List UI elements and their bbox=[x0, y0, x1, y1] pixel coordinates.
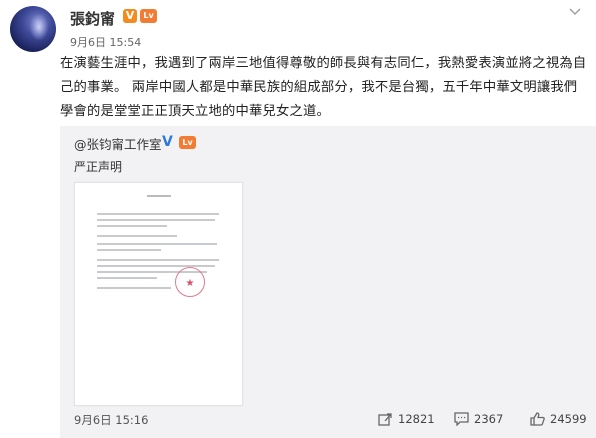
chevron-down-icon[interactable] bbox=[568, 8, 582, 18]
like-count: 24599 bbox=[550, 412, 587, 426]
like-button[interactable]: 24599 bbox=[530, 411, 590, 427]
username[interactable]: 張鈞甯 bbox=[70, 8, 115, 29]
comment-icon bbox=[454, 412, 469, 426]
level-badge-icon: Lv bbox=[140, 9, 157, 23]
document-text-line bbox=[97, 287, 171, 289]
like-icon bbox=[530, 412, 545, 426]
repost-text: 严正声明 bbox=[74, 160, 123, 174]
document-image[interactable]: ★ bbox=[74, 182, 243, 406]
reposted-content[interactable]: @张钧甯工作室 V Lv 严正声明 ★ bbox=[60, 126, 596, 438]
document-text-line bbox=[97, 235, 177, 237]
avatar[interactable] bbox=[10, 6, 56, 52]
document-text-line bbox=[97, 259, 219, 261]
post-text: 在演藝生涯中，我遇到了兩岸三地值得尊敬的師長與有志同仁，我熱愛表演並將之視為自己… bbox=[60, 56, 587, 119]
repost-username[interactable]: @张钧甯工作室 bbox=[74, 134, 162, 153]
weibo-post: 張鈞甯 V Lv 9月6日 15:54 在演藝生涯中，我遇到了兩岸三地值得尊敬的… bbox=[0, 0, 596, 438]
level-badge-icon: Lv bbox=[179, 136, 196, 149]
repost-date[interactable]: 9月6日 15:16 bbox=[74, 412, 148, 428]
svg-text:★: ★ bbox=[186, 278, 195, 289]
stamp-seal-icon: ★ bbox=[175, 267, 205, 297]
document-text-line bbox=[97, 243, 217, 245]
verified-badge-icon: V bbox=[162, 134, 173, 150]
document-text-line bbox=[97, 213, 219, 215]
comment-button[interactable]: 2367 bbox=[454, 411, 506, 427]
comment-count: 2367 bbox=[474, 412, 504, 426]
document-text-line bbox=[97, 265, 215, 267]
document-text-line bbox=[97, 225, 167, 227]
repost-count: 12821 bbox=[398, 412, 435, 426]
document-text-line bbox=[97, 219, 215, 221]
avatar-image bbox=[30, 14, 48, 40]
verified-badge-icon: V bbox=[123, 9, 137, 23]
document-text-line bbox=[97, 249, 161, 251]
repost-button[interactable]: 12821 bbox=[378, 411, 440, 427]
repost-icon bbox=[378, 413, 392, 426]
document-title-line bbox=[147, 195, 171, 197]
document-text-line bbox=[97, 277, 157, 279]
post-timestamp[interactable]: 9月6日 15:54 bbox=[70, 34, 141, 50]
